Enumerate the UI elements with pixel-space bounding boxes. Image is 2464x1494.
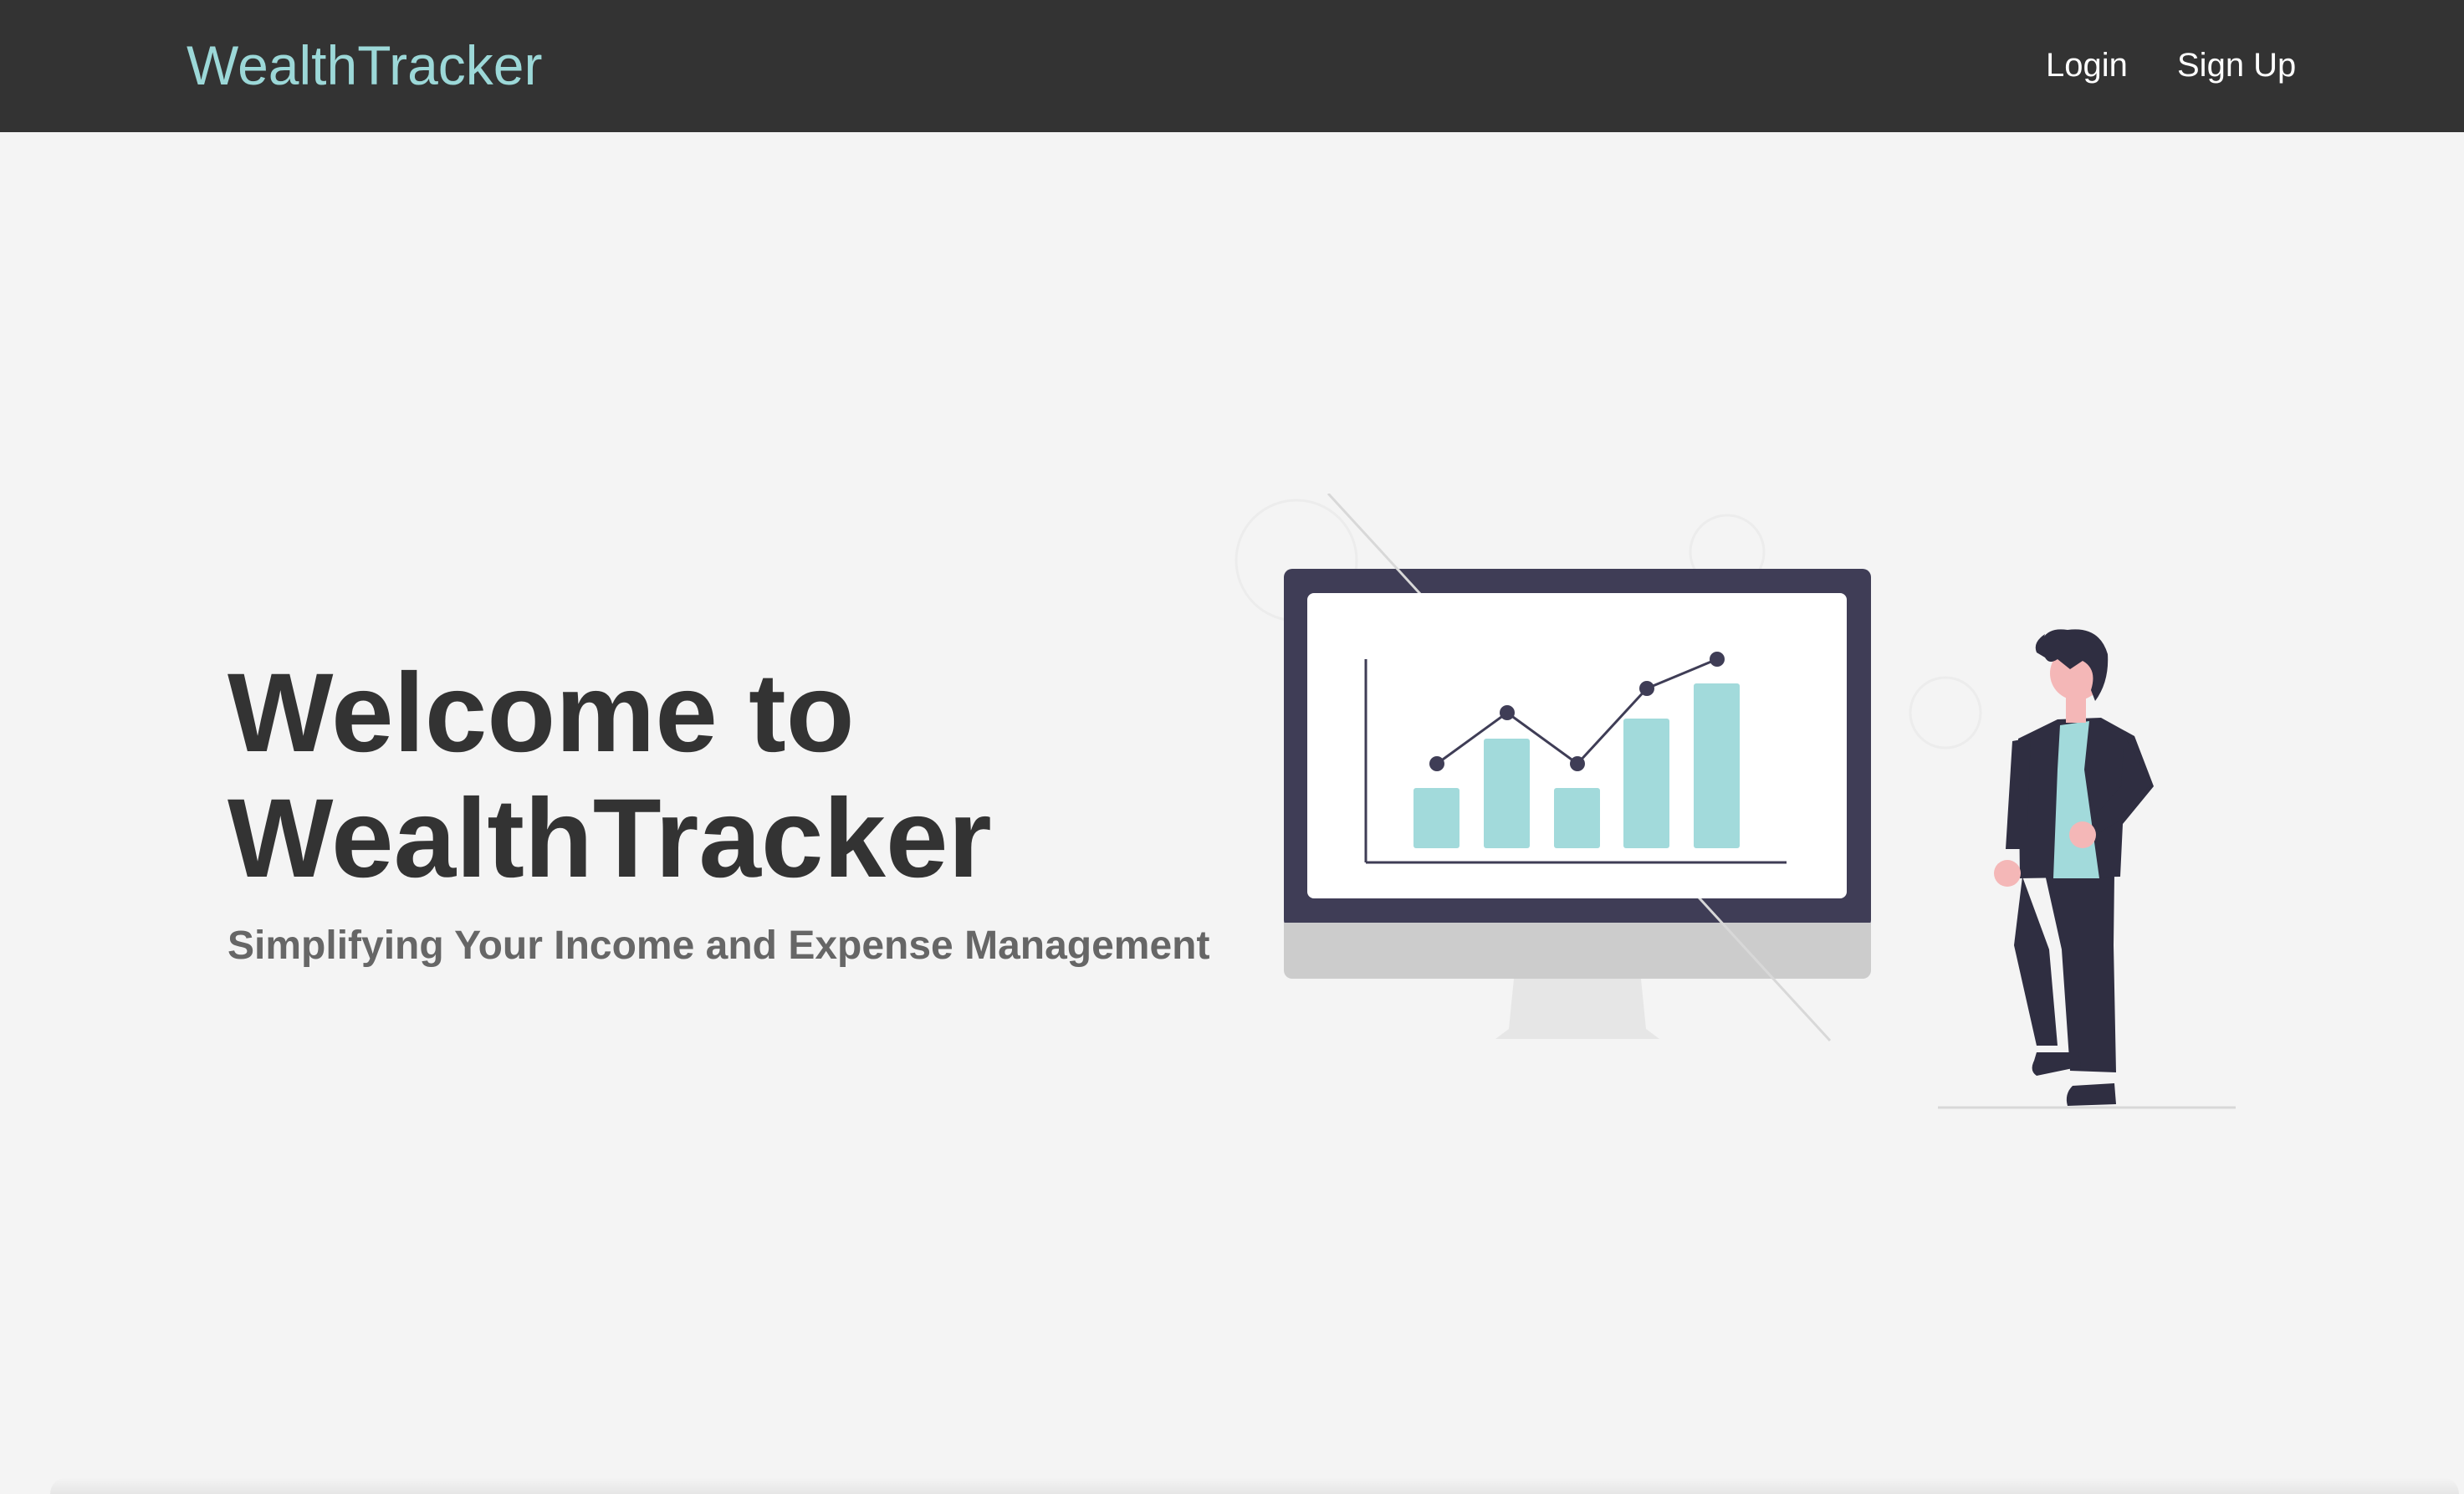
hero-subtitle: Simplifying Your Income and Expense Mana… (227, 924, 1210, 968)
person-hand (1994, 860, 2021, 887)
monitor-stand (1495, 979, 1659, 1039)
monitor-chin (1284, 923, 1871, 979)
chart-bar (1554, 788, 1600, 848)
person-hand (2069, 821, 2096, 848)
monitor-screen (1307, 593, 1847, 898)
brand-logo-link[interactable]: WealthTracker (187, 32, 542, 99)
chart-point (1710, 652, 1725, 667)
hero-title-line-2: WealthTracker (227, 776, 992, 901)
hero-title: Welcome to WealthTracker (227, 651, 992, 902)
person-leg (2014, 877, 2058, 1046)
chart-bar (1694, 683, 1740, 848)
navbar: WealthTracker Login Sign Up (0, 0, 2464, 132)
chart-point (1639, 681, 1654, 696)
person-arm (2006, 738, 2031, 849)
decor-circle (1909, 676, 1982, 750)
chart-point (1429, 756, 1444, 771)
standing-person (1938, 629, 2236, 1109)
financial-growth-illustration (1235, 494, 2236, 1109)
signup-link[interactable]: Sign Up (2177, 43, 2296, 87)
content-card-edge (50, 1477, 2459, 1494)
person-shoe (2032, 1052, 2081, 1076)
chart-bar (1484, 739, 1530, 848)
chart-point (1570, 756, 1585, 771)
login-link[interactable]: Login (2046, 43, 2128, 87)
chart-bar (1623, 719, 1669, 848)
chart-point (1500, 705, 1515, 720)
chart-bar (1413, 788, 1459, 848)
person-shoe (2066, 1083, 2116, 1106)
monitor (1284, 494, 1871, 1042)
hero-title-line-1: Welcome to (227, 651, 855, 775)
